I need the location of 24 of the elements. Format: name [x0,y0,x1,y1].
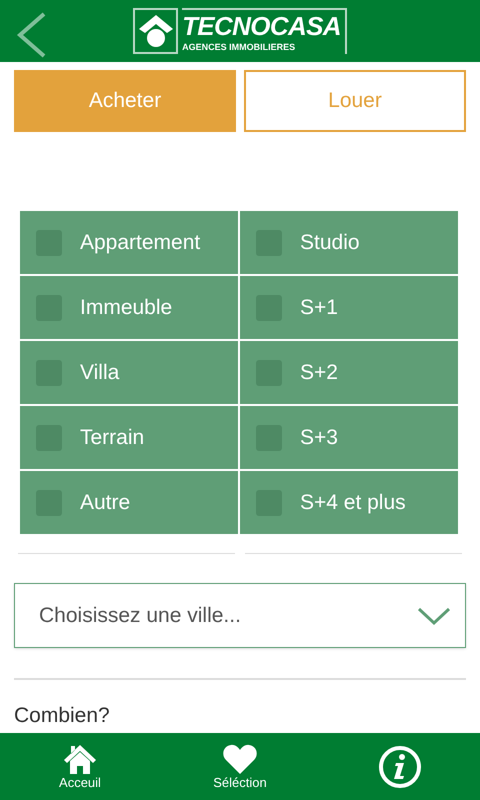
property-type-option[interactable]: Immeuble [20,276,238,339]
section-label: Combien? [14,703,111,729]
property-type-option[interactable]: S+2 [240,341,458,404]
property-type-option[interactable]: Studio [240,211,458,274]
mode-tab[interactable]: Louer [244,70,466,132]
nav-item[interactable]: Acceuil [0,743,160,790]
property-type-option[interactable]: S+1 [240,276,458,339]
property-type-option[interactable]: Terrain [20,406,238,469]
property-type-option[interactable]: S+3 [240,406,458,469]
property-type-option[interactable]: Appartement [20,211,238,274]
heart-icon [222,743,258,775]
back-icon[interactable] [16,12,46,58]
property-type-option[interactable]: Villa [20,341,238,404]
property-type-option[interactable]: S+4 et plus [240,471,458,534]
nav-item[interactable]: Séléction [160,743,320,790]
property-type-option[interactable]: Autre [20,471,238,534]
mode-tab[interactable]: Acheter [14,70,236,132]
city-select[interactable]: Choisissez une ville... [14,583,466,648]
chevron-down-icon [417,606,451,626]
info-icon [378,744,422,788]
logo-title: TECNOCASA [182,11,341,41]
home-icon [62,743,98,775]
house-logo-icon [136,13,175,49]
logo-subtitle: AGENCES IMMOBILIERES [182,41,296,53]
